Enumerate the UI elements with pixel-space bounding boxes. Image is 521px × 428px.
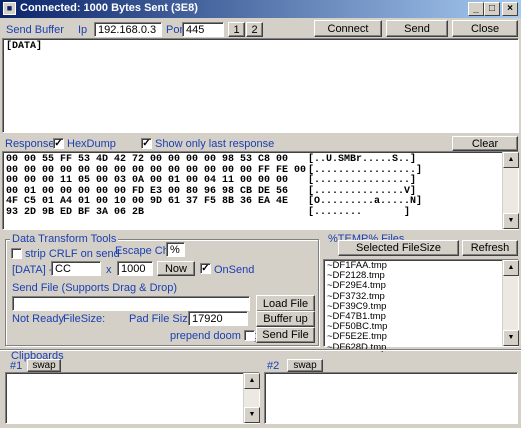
data-value-input[interactable]: CC bbox=[51, 261, 101, 276]
send-buffer-text: [DATA] bbox=[6, 41, 43, 52]
swap-1-button[interactable]: swap bbox=[27, 359, 61, 372]
filesize-label: FileSize: bbox=[63, 313, 106, 325]
clear-button[interactable]: Clear bbox=[452, 136, 518, 151]
clipboard-2-label: #2 bbox=[267, 360, 280, 372]
app-icon: ■ bbox=[3, 2, 16, 15]
list-item[interactable]: ~DF5E2E.tmp bbox=[327, 332, 387, 342]
ascii-line: [................] bbox=[308, 175, 417, 186]
response-hexdump[interactable]: 00 00 55 FF 53 4D 42 72 00 00 00 00 98 5… bbox=[2, 151, 519, 230]
ip-input[interactable]: 192.168.0.3 bbox=[94, 22, 162, 37]
show-last-response-checkbox[interactable]: ✓ bbox=[141, 138, 152, 149]
scroll-down-arrow-icon[interactable]: ▼ bbox=[503, 330, 519, 346]
count-input[interactable]: 1000 bbox=[117, 261, 153, 276]
response-scrollbar[interactable]: ▲ ▼ bbox=[502, 152, 519, 229]
clipboard-1-label: #1 bbox=[10, 360, 23, 372]
preset-2-button[interactable]: 2 bbox=[246, 22, 263, 37]
ascii-line: [........ ] bbox=[308, 206, 411, 218]
close-button[interactable]: Close bbox=[452, 20, 518, 37]
maximize-button[interactable]: □ bbox=[484, 2, 500, 16]
hex-column: 00 00 55 FF 53 4D 42 72 00 00 00 00 98 5… bbox=[6, 154, 306, 218]
connect-button[interactable]: Connect bbox=[314, 20, 382, 37]
prepend-doom-checkbox[interactable] bbox=[244, 330, 255, 341]
escape-char-input[interactable]: % bbox=[166, 242, 185, 257]
send-buffer-label: Send Buffer bbox=[6, 24, 64, 36]
times-label: x bbox=[106, 264, 112, 276]
swap-2-button[interactable]: swap bbox=[287, 359, 323, 372]
pad-size-input[interactable]: 17920 bbox=[188, 311, 248, 326]
hexdump-checkbox[interactable]: ✓ bbox=[53, 138, 64, 149]
minimize-button[interactable]: _ bbox=[468, 2, 484, 16]
close-window-button[interactable]: × bbox=[502, 2, 518, 16]
refresh-button[interactable]: Refresh bbox=[462, 240, 518, 256]
hex-line: 00 00 00 11 05 00 03 0A 00 01 00 04 11 0… bbox=[6, 175, 289, 186]
selected-filesize-button[interactable]: Selected FileSize bbox=[338, 240, 459, 256]
send-button[interactable]: Send bbox=[386, 20, 448, 37]
scroll-up-arrow-icon[interactable]: ▲ bbox=[503, 152, 519, 168]
now-button[interactable]: Now bbox=[157, 261, 195, 276]
ascii-line: [O.........a.....N] bbox=[308, 196, 423, 207]
hex-line: 93 2D 9B ED BF 3A 06 2B bbox=[6, 206, 145, 218]
send-buffer-textarea[interactable]: [DATA] bbox=[2, 38, 519, 133]
temp-files-items: ~DF1FAA.tmp ~DF2128.tmp ~DF29E4.tmp ~DF3… bbox=[327, 260, 387, 353]
ascii-line: [..U.SMBr.....S..] bbox=[308, 154, 417, 165]
strip-crlf-label: strip CRLF on send bbox=[25, 248, 120, 260]
onsend-label: OnSend bbox=[214, 264, 255, 276]
ip-label: Ip bbox=[78, 24, 88, 36]
port-input[interactable]: 445 bbox=[182, 22, 224, 37]
section-divider bbox=[0, 349, 521, 351]
hex-line: 4F C5 01 A4 01 00 10 00 9D 61 37 F5 8B 3… bbox=[6, 196, 289, 207]
scroll-up-arrow-icon[interactable]: ▲ bbox=[503, 260, 519, 276]
ascii-column: [..U.SMBr.....S..] [.................] [… bbox=[308, 154, 423, 218]
scroll-down-arrow-icon[interactable]: ▼ bbox=[244, 407, 260, 423]
send-file-button[interactable]: Send File bbox=[256, 327, 315, 343]
show-last-response-label: Show only last response bbox=[155, 138, 275, 150]
scroll-down-arrow-icon[interactable]: ▼ bbox=[503, 213, 519, 229]
load-file-button[interactable]: Load File bbox=[256, 295, 315, 312]
buffer-up-button[interactable]: Buffer up bbox=[256, 311, 315, 327]
hexdump-label: HexDump bbox=[67, 138, 116, 150]
temp-files-list[interactable]: ~DF1FAA.tmp ~DF2128.tmp ~DF29E4.tmp ~DF3… bbox=[323, 259, 519, 352]
clipboard-1-scrollbar[interactable]: ▲ ▼ bbox=[243, 373, 260, 423]
window-title: Connected: 1000 Bytes Sent (3E8) bbox=[20, 2, 198, 14]
hex-line: 00 00 55 FF 53 4D 42 72 00 00 00 00 98 5… bbox=[6, 154, 289, 165]
send-file-label: Send File (Supports Drag & Drop) bbox=[12, 282, 178, 294]
data-transform-title: Data Transform Tools bbox=[10, 233, 119, 245]
response-label: Response bbox=[5, 138, 55, 150]
clipboard-1-textarea[interactable]: ▲ ▼ bbox=[5, 372, 260, 424]
onsend-checkbox[interactable]: ✓ bbox=[200, 263, 211, 274]
clipboard-2-textarea[interactable] bbox=[264, 372, 518, 424]
send-file-input[interactable] bbox=[12, 296, 250, 311]
preset-1-button[interactable]: 1 bbox=[228, 22, 245, 37]
status-label: Not Ready bbox=[12, 313, 64, 325]
scroll-up-arrow-icon[interactable]: ▲ bbox=[244, 373, 260, 389]
temp-files-scrollbar[interactable]: ▲ ▼ bbox=[502, 260, 519, 346]
strip-crlf-checkbox[interactable] bbox=[11, 248, 22, 259]
list-item[interactable]: ~DF628D.tmp bbox=[327, 342, 387, 353]
